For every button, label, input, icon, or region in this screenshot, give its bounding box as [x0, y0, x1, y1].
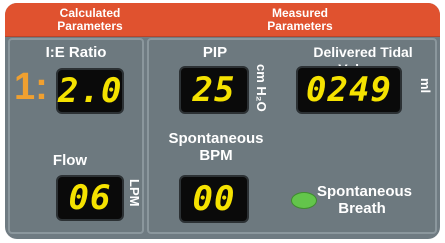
spontaneous-breath-label: Spontaneous Breath	[317, 183, 413, 217]
measured-parameters-section: PIP 25 cm H₂O Delivered Tidal Volume 024…	[147, 38, 437, 234]
ventilator-parameters-panel: Calculated Parameters Measured Parameter…	[5, 3, 440, 239]
flow-display: 06	[56, 175, 124, 221]
pip-display: 25	[179, 66, 249, 114]
flow-unit: LPM	[127, 179, 142, 207]
calculated-parameters-section: I:E Ratio 1: 2.0 Flow 06 LPM	[8, 38, 144, 234]
ie-ratio-display: 2.0	[56, 68, 124, 114]
flow-label: Flow	[52, 152, 88, 169]
spontaneous-bpm-display: 00	[179, 175, 249, 223]
measured-parameters-title: Measured Parameters	[267, 6, 333, 33]
tidal-volume-display: 0249	[296, 66, 402, 114]
header-bar: Calculated Parameters Measured Parameter…	[5, 3, 440, 37]
tidal-volume-unit: ml	[418, 78, 433, 94]
ie-ratio-label: I:E Ratio	[45, 44, 107, 61]
pip-label: PIP	[202, 44, 228, 61]
pip-unit: cm H₂O	[254, 64, 269, 112]
spontaneous-bpm-label: Spontaneous BPM	[168, 130, 264, 164]
calculated-parameters-title: Calculated Parameters	[57, 6, 123, 33]
ie-ratio-prefix: 1:	[14, 66, 48, 108]
spontaneous-breath-indicator	[291, 192, 317, 209]
